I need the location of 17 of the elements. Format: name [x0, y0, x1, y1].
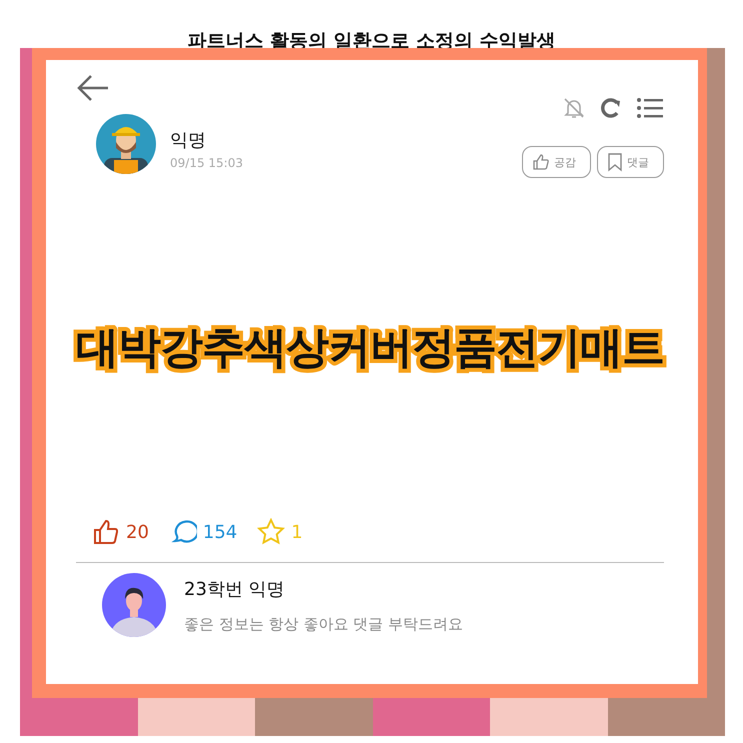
post-time: 09/15 15:03	[170, 156, 243, 170]
stat-count: 154	[202, 522, 238, 542]
thumbs-up-icon[interactable]	[92, 518, 120, 546]
back-arrow-icon[interactable]	[76, 74, 110, 102]
author-name: 익명	[170, 129, 207, 152]
bookmark-icon	[607, 152, 623, 172]
post-title: 대박강추색상커버정품전기매트	[76, 322, 664, 375]
list-icon[interactable]	[636, 97, 664, 119]
comment-text: 좋은 정보는 항상 좋아요 댓글 부탁드려요	[184, 614, 463, 634]
action-button[interactable]: 공감	[522, 146, 591, 178]
commenter-name: 23학번 익명	[184, 578, 286, 600]
star-icon[interactable]	[257, 518, 286, 546]
refresh-icon[interactable]	[600, 97, 622, 119]
thumbs-up-icon	[532, 153, 550, 171]
stat-count: 1	[291, 522, 303, 542]
stat-count: 20	[126, 522, 149, 542]
action-button[interactable]: 댓글	[597, 146, 664, 178]
